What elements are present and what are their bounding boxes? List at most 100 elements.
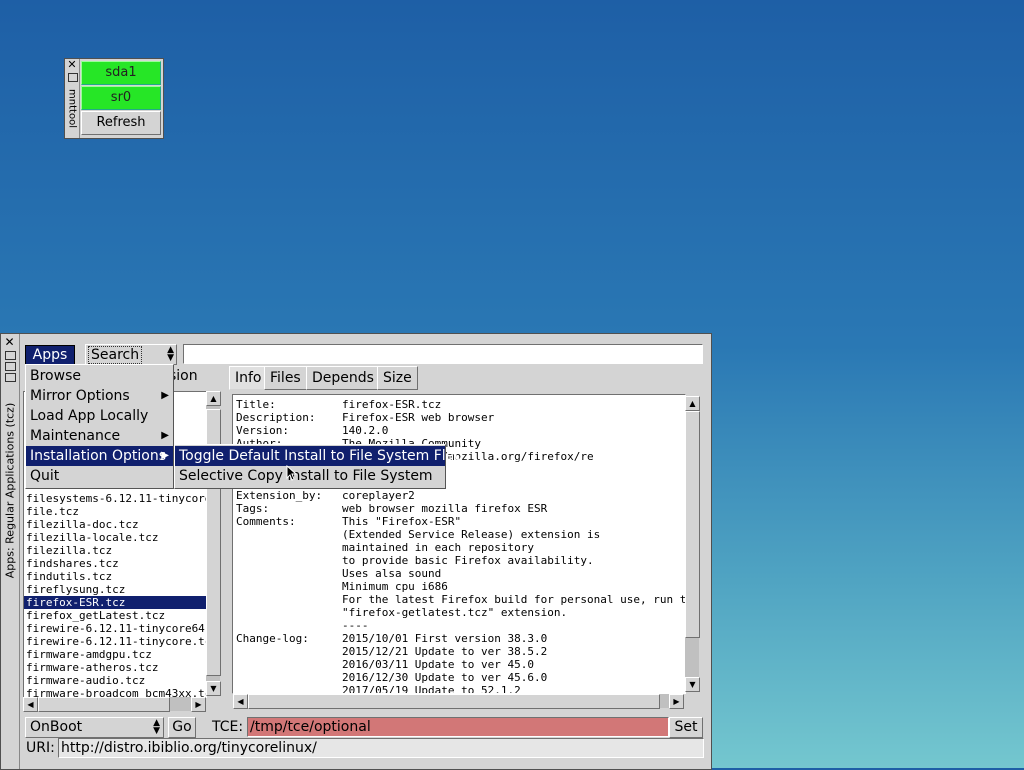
menu-item-label: Maintenance (30, 428, 121, 444)
submenu-arrow-icon: ▶ (161, 430, 169, 441)
info-vertical-scrollbar[interactable]: ▲ ▼ (685, 396, 700, 692)
info-horizontal-scrollbar[interactable]: ◀ ▶ (233, 694, 684, 709)
scroll-thumb[interactable] (248, 694, 660, 709)
tce-label: TCE: (212, 719, 244, 735)
info-line: Extension_by: coreplayer2 (236, 489, 415, 502)
menu-item-maintenance[interactable]: Maintenance ▶ (26, 426, 173, 446)
info-line: 2015/12/21 Update to ver 38.5.2 (236, 645, 548, 658)
menu-item-toggle-default-install[interactable]: Toggle Default Install to File System Fl… (175, 446, 463, 466)
drive-button-sr0[interactable]: sr0 (81, 86, 161, 110)
menu-item-installation-options[interactable]: Installation Options ▶ (26, 446, 173, 466)
close-icon[interactable]: ✕ (4, 336, 15, 348)
submenu-arrow-icon: ▶ (161, 390, 169, 401)
info-line: ---- (236, 619, 369, 632)
list-item[interactable]: firewire-6.12.11-tinycore.tcz (24, 635, 206, 648)
list-item[interactable]: fireflysung.tcz (24, 583, 206, 596)
tce-path-field[interactable]: /tmp/tce/optional (247, 717, 669, 737)
info-line: Version: 140.2.0 (236, 424, 389, 437)
installation-options-submenu: Toggle Default Install to File System Fl… (174, 444, 463, 489)
onboot-value: OnBoot (30, 719, 83, 735)
info-line: Uses alsa sound (236, 567, 442, 580)
list-item[interactable]: firefox_getLatest.tcz (24, 609, 206, 622)
scroll-left-icon[interactable]: ◀ (233, 694, 248, 709)
info-text-area[interactable]: Title: firefox-ESR.tcz Description: Fire… (232, 394, 686, 694)
scroll-left-icon[interactable]: ◀ (23, 697, 38, 712)
info-line: maintained in each repository (236, 541, 535, 554)
menu-item-label: Mirror Options (30, 388, 130, 404)
window-title: Apps: Regular Applications (tcz) (3, 402, 17, 579)
set-button[interactable]: Set (669, 717, 703, 738)
scroll-right-icon[interactable]: ▶ (191, 697, 206, 712)
info-line: 2017/05/19 Update to 52.1.2 (236, 684, 521, 694)
info-line: (Extended Service Release) extension is (236, 528, 601, 541)
tab-size[interactable]: Size (377, 366, 418, 390)
shade-icon[interactable] (5, 373, 16, 382)
minimize-icon[interactable] (5, 351, 16, 360)
scroll-down-icon[interactable]: ▼ (206, 681, 221, 696)
window-titlebar: ✕ Apps: Regular Applications (tcz) (1, 334, 20, 769)
list-item-selected[interactable]: firefox-ESR.tcz (24, 596, 206, 609)
scroll-thumb[interactable] (685, 411, 700, 638)
mouse-cursor-icon (286, 465, 298, 481)
menu-item-label: Browse (30, 368, 81, 384)
info-line: "firefox-getlatest.tcz" extension. (236, 606, 568, 619)
search-mode-select[interactable]: Search ▲ ▼ (85, 344, 177, 365)
menu-item-selective-copy-install[interactable]: Selective Copy Install to File System (175, 466, 445, 486)
drive-button-sda1[interactable]: sda1 (81, 61, 161, 85)
mount-tool-window: ✕ mnttool sda1 sr0 Refresh (64, 58, 164, 139)
list-item[interactable]: firmware-amdgpu.tcz (24, 648, 206, 661)
info-line: to provide basic Firefox availability. (236, 554, 594, 567)
close-icon[interactable]: ✕ (67, 59, 77, 70)
menu-item-label: Load App Locally (30, 408, 149, 424)
list-item[interactable]: firmware-atheros.tcz (24, 661, 206, 674)
maximize-icon[interactable] (5, 362, 16, 371)
list-item[interactable]: filezilla-locale.tcz (24, 531, 206, 544)
menu-item-browse[interactable]: Browse (26, 366, 173, 386)
uri-label: URI: (26, 740, 55, 756)
info-line: 2016/12/30 Update to ver 45.6.0 (236, 671, 548, 684)
list-vertical-scrollbar[interactable]: ▲ ▼ (206, 391, 221, 696)
apps-menu-button[interactable]: Apps (25, 345, 75, 365)
tab-depends[interactable]: Depends (306, 366, 380, 390)
search-input[interactable] (183, 344, 703, 364)
menu-item-mirror-options[interactable]: Mirror Options ▶ (26, 386, 173, 406)
list-item[interactable]: filesystems-6.12.11-tinycore (24, 492, 206, 505)
list-item[interactable]: file.tcz (24, 505, 206, 518)
mount-tool-titlebar: ✕ mnttool (65, 59, 80, 138)
uri-field[interactable]: http://distro.ibiblio.org/tinycorelinux/ (58, 738, 704, 758)
refresh-button[interactable]: Refresh (81, 111, 161, 135)
info-line: Change-log: 2015/10/01 First version 38.… (236, 632, 548, 645)
list-horizontal-scrollbar[interactable]: ◀ ▶ (23, 697, 206, 712)
tab-files[interactable]: Files (264, 366, 307, 390)
scroll-right-icon[interactable]: ▶ (669, 694, 684, 709)
menu-item-label: Installation Options (30, 448, 167, 464)
submenu-arrow-icon: ▶ (161, 450, 169, 461)
info-line: Comments: This "Firefox-ESR" (236, 515, 462, 528)
menu-item-label: Quit (30, 468, 60, 484)
scroll-down-icon[interactable]: ▼ (685, 677, 700, 692)
info-line: For the latest Firefox build for persona… (236, 593, 686, 606)
list-item[interactable]: firewire-6.12.11-tinycore64. (24, 622, 206, 635)
scroll-up-icon[interactable]: ▲ (206, 391, 221, 406)
menu-item-quit[interactable]: Quit (26, 466, 173, 486)
info-line: 2016/03/11 Update to ver 45.0 (236, 658, 535, 671)
minimize-icon[interactable] (68, 73, 78, 82)
info-text: Title: firefox-ESR.tcz Description: Fire… (236, 398, 686, 694)
info-line: Tags: web browser mozilla firefox ESR (236, 502, 548, 515)
extension-list-rows: filesystems-6.12.11-tinycore file.tcz fi… (24, 492, 206, 697)
onboot-select[interactable]: OnBoot ▲ ▼ (25, 717, 164, 738)
list-item[interactable]: findutils.tcz (24, 570, 206, 583)
scroll-up-icon[interactable]: ▲ (685, 396, 700, 411)
list-item[interactable]: filezilla.tcz (24, 544, 206, 557)
list-item[interactable]: filezilla-doc.tcz (24, 518, 206, 531)
scroll-thumb[interactable] (38, 697, 170, 712)
list-item[interactable]: firmware-audio.tcz (24, 674, 206, 687)
list-item[interactable]: findshares.tcz (24, 557, 206, 570)
info-line: Minimum cpu i686 (236, 580, 448, 593)
info-line: Description: Firefox-ESR web browser (236, 411, 495, 424)
updown-arrow-icon: ▲ ▼ (167, 345, 174, 363)
menu-item-load-app-locally[interactable]: Load App Locally (26, 406, 173, 426)
mount-tool-title: mnttool (66, 89, 78, 128)
tab-info[interactable]: Info (229, 366, 268, 390)
go-button[interactable]: Go (168, 717, 196, 738)
